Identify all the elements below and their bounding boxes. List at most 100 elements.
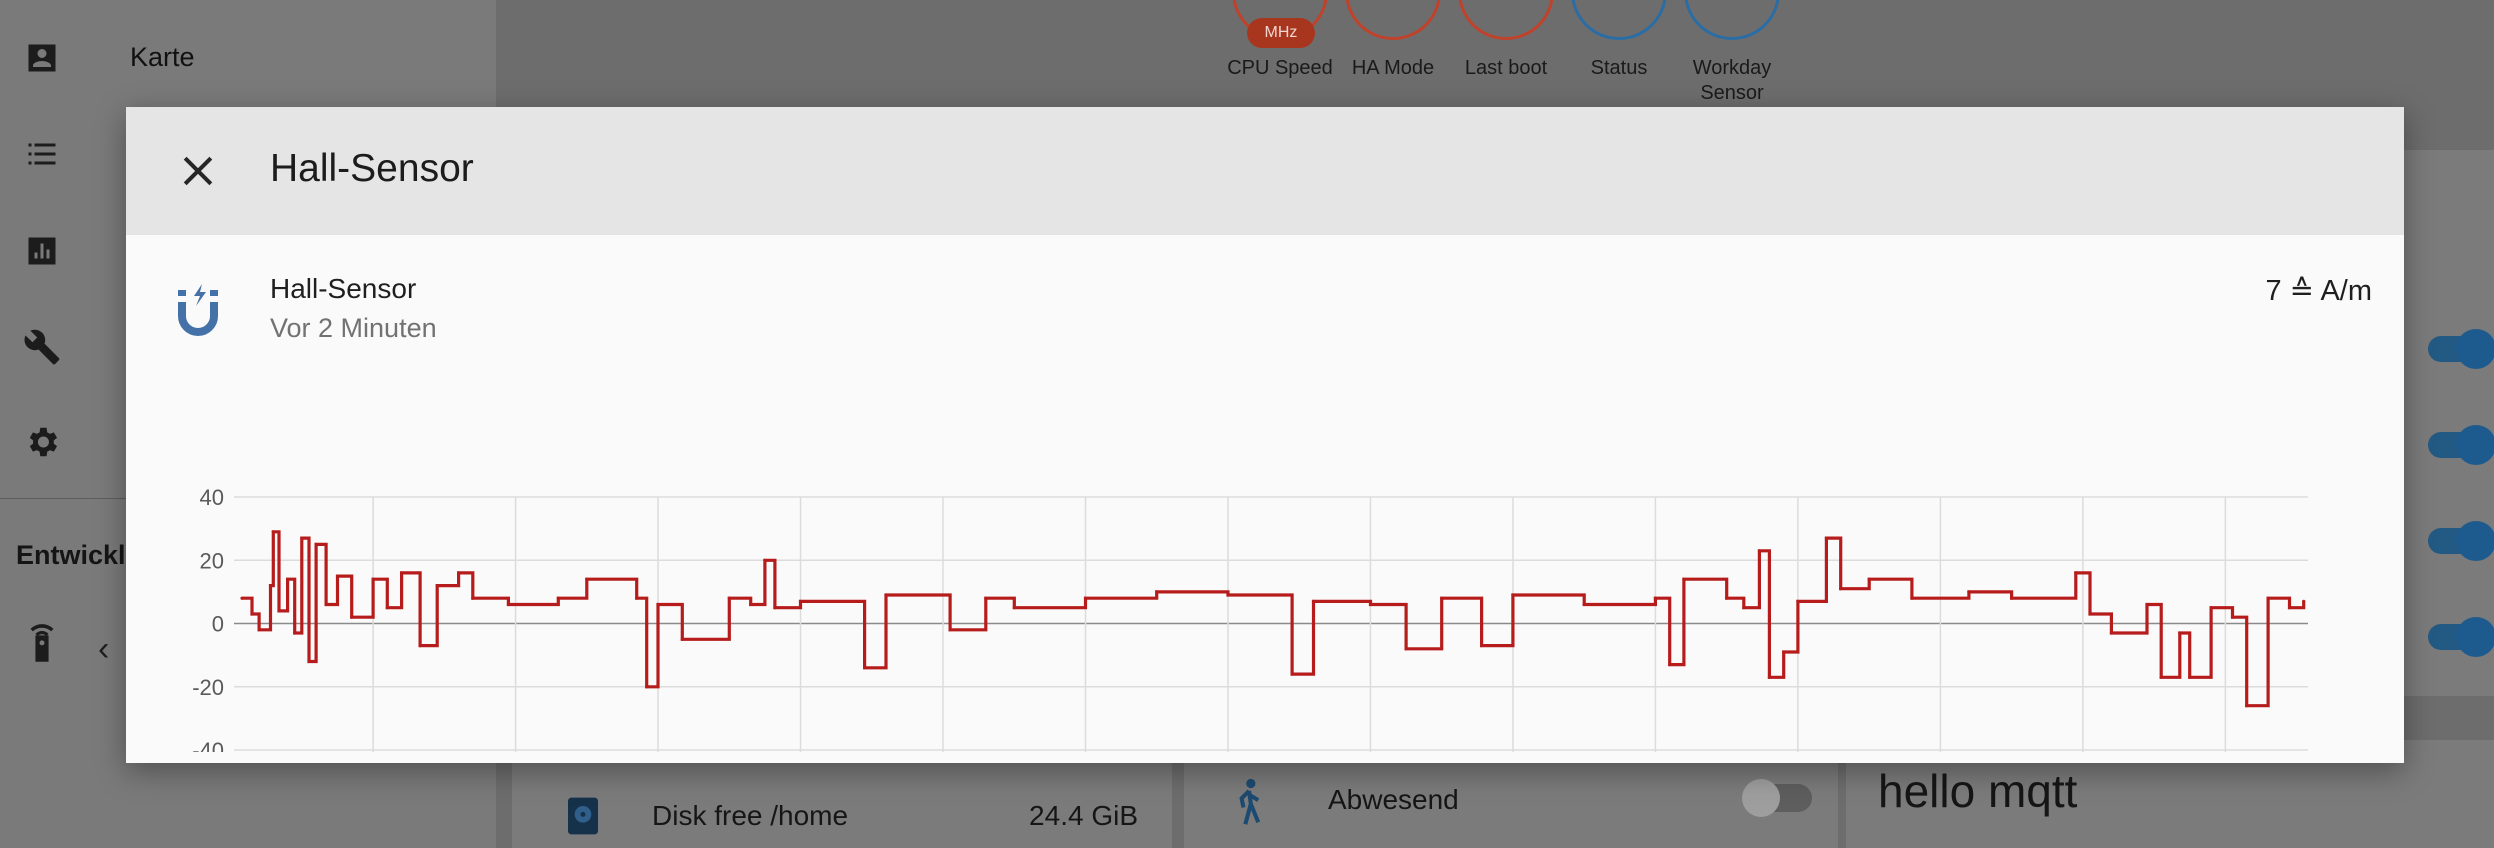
data-point <box>1839 587 1843 591</box>
data-point <box>585 577 589 581</box>
chevron-left-icon[interactable]: ‹ <box>98 630 109 669</box>
data-point <box>350 615 354 619</box>
data-point <box>1404 647 1408 651</box>
data-point <box>250 612 254 616</box>
mqtt-text: hello mqtt <box>1878 765 2078 817</box>
harddisk-icon <box>566 796 600 841</box>
badge-last-boot[interactable]: Last boot <box>1451 0 1561 81</box>
data-point <box>324 602 328 607</box>
data-point <box>335 574 340 578</box>
disk-value: 24.4 GiB <box>1029 800 1138 831</box>
data-point <box>2088 612 2092 616</box>
data-point <box>1012 606 1016 610</box>
data-point <box>286 577 290 581</box>
data-point <box>457 571 461 575</box>
data-point <box>798 599 803 603</box>
data-point <box>2188 675 2192 679</box>
toggle[interactable] <box>2428 521 2494 561</box>
data-point <box>2230 615 2235 619</box>
badge-ha-mode[interactable]: HA Mode <box>1338 0 1448 81</box>
data-point <box>2159 675 2163 679</box>
data-point <box>1824 536 1828 540</box>
data-point <box>635 596 639 600</box>
dialog-header: Hall-Sensor <box>126 107 2404 235</box>
y-tick-label: 0 <box>212 612 224 637</box>
data-point <box>1290 672 1294 676</box>
data-point <box>268 584 273 588</box>
last-changed: Vor 2 Minuten <box>270 313 437 343</box>
more-info-dialog: Hall-Sensor Hall-Sensor Vor 2 Minuten 7 … <box>126 107 2404 763</box>
y-tick-label: -40 <box>192 738 224 752</box>
data-point <box>2302 599 2306 603</box>
data-point <box>1440 596 1444 600</box>
magnet-on-icon <box>174 282 222 338</box>
disk-label: Disk free /home <box>652 800 849 831</box>
data-point <box>2245 704 2249 708</box>
data-point <box>2178 631 2182 635</box>
data-point <box>293 631 297 635</box>
data-point <box>2266 596 2270 600</box>
data-point <box>1368 602 1373 607</box>
data-point <box>300 536 304 540</box>
data-point <box>1311 599 1316 603</box>
presence-toggle[interactable] <box>1742 779 1812 817</box>
wrench-icon[interactable] <box>22 327 62 367</box>
data-point <box>471 596 475 600</box>
close-icon[interactable] <box>176 149 220 193</box>
data-point <box>257 628 261 632</box>
data-point <box>1782 650 1786 654</box>
data-point <box>435 584 439 588</box>
data-point <box>1742 606 1746 610</box>
data-point <box>400 571 404 575</box>
data-point <box>1725 596 1729 600</box>
data-point <box>1767 675 1771 679</box>
cpu-unit-badge: MHz <box>1247 18 1315 48</box>
data-point <box>506 602 510 607</box>
data-point <box>418 644 422 648</box>
walk-icon <box>1234 778 1264 831</box>
toggle[interactable] <box>2428 425 2494 465</box>
data-point <box>1653 596 1657 600</box>
data-point <box>763 558 767 562</box>
data-point <box>727 596 731 600</box>
data-point <box>884 593 888 597</box>
account-box-icon[interactable] <box>22 38 62 78</box>
history-chart: 40200-20-4012:00 AM1:00 AM2:00 AM3:00 AM… <box>192 485 2308 752</box>
sidebar-section-label: Entwickle <box>16 540 141 570</box>
data-point <box>1511 593 1515 597</box>
y-tick-label: 20 <box>200 548 224 573</box>
data-point <box>1796 599 1800 603</box>
presence-label: Abwesend <box>1328 784 1459 815</box>
data-point <box>2010 596 2014 600</box>
entity-state: 7 ≙ A/m <box>2265 275 2373 307</box>
data-point <box>749 602 753 607</box>
data-point <box>1910 596 1914 600</box>
data-point <box>645 685 649 689</box>
data-point <box>948 628 952 632</box>
gear-icon[interactable] <box>22 422 62 462</box>
data-point <box>1867 577 1871 581</box>
remote-icon[interactable] <box>22 622 62 662</box>
toggle[interactable] <box>2428 329 2494 369</box>
toggle[interactable] <box>2428 617 2494 657</box>
data-point <box>2074 571 2078 575</box>
data-point <box>371 577 375 581</box>
data-point <box>307 659 311 664</box>
data-point <box>863 666 867 670</box>
y-tick-label: -20 <box>192 675 224 700</box>
entity-name[interactable]: Hall-Sensor <box>270 273 416 305</box>
data-point <box>385 606 389 610</box>
badge-status[interactable]: Status <box>1564 0 1674 81</box>
series-line <box>242 530 2306 708</box>
data-point <box>1083 596 1088 600</box>
data-point <box>1668 663 1672 667</box>
data-point <box>656 602 660 607</box>
badge-workday-sensor[interactable]: Workday Sensor <box>1677 0 1787 106</box>
chart-box-icon[interactable] <box>22 231 62 271</box>
sidebar-item-label[interactable]: Karte <box>130 42 195 73</box>
data-point <box>271 530 275 534</box>
list-icon[interactable] <box>22 134 62 174</box>
data-point <box>277 609 281 613</box>
data-point <box>1480 644 1484 648</box>
data-point <box>240 596 244 600</box>
